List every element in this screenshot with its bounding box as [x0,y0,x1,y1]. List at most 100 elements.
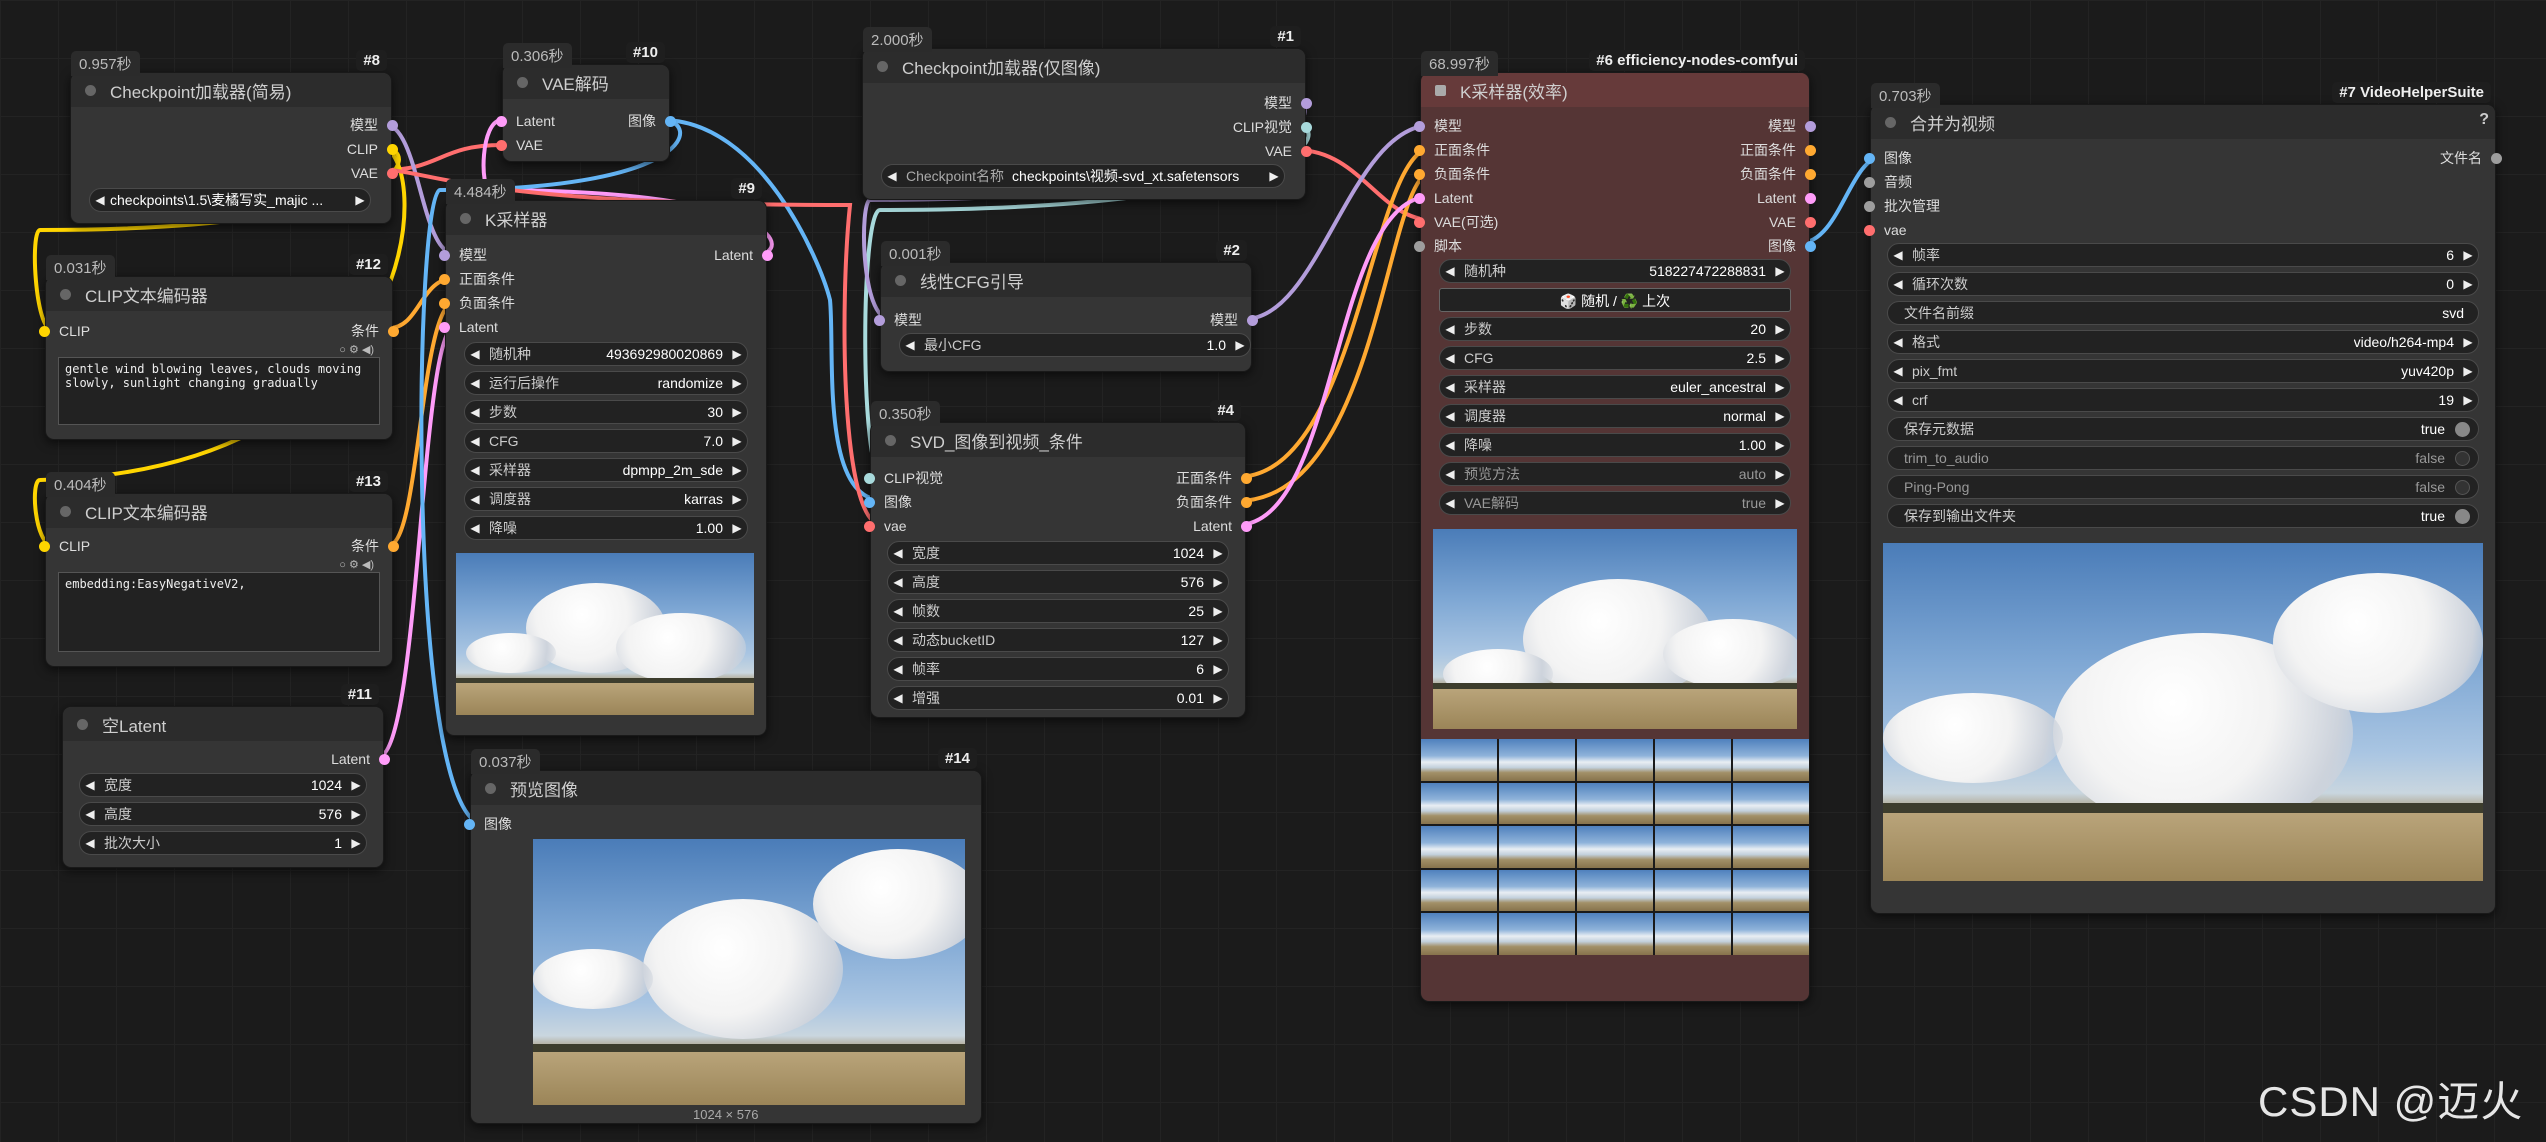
denoise-widget[interactable]: ◀ 降噪 1.00 ▶ [1439,433,1791,457]
cfg-widget[interactable]: ◀ CFG 7.0 ▶ [464,429,748,453]
collapse-dot-icon[interactable] [77,718,88,730]
node-ksampler-efficient[interactable]: 68.997秒 #6 efficiency-nodes-comfyui K采样器… [1414,50,1816,1002]
crf-widget[interactable]: ◀ crf 19 ▶ [1887,388,2479,412]
input-negative[interactable]: 负面条件 [1414,162,1490,186]
steps-widget[interactable]: ◀ 步数 20 ▶ [1439,317,1791,341]
input-positive[interactable]: 正面条件 [439,267,515,291]
augmentation-widget[interactable]: ◀ 增强 0.01 ▶ [887,686,1229,710]
control-after-generate-widget[interactable]: ◀ 运行后操作 randomize ▶ [464,371,748,395]
node-title[interactable]: CLIP文本编码器 [46,494,392,528]
input-script[interactable]: 脚本 [1414,234,1462,258]
node-empty-latent[interactable]: #11 空Latent Latent ◀ 宽度 1024 ▶ ◀ 高度 576 ▶ ◀ 批次大… [62,684,390,868]
input-model[interactable]: 模型 [874,308,922,332]
fps-widget[interactable]: ◀ 帧率 6 ▶ [887,657,1229,681]
node-title[interactable]: 合并为视频 [1871,105,2495,139]
output-latent[interactable]: Latent [331,747,390,771]
save-metadata-toggle[interactable]: 保存元数据 true [1887,417,2479,441]
input-clip[interactable]: CLIP [39,534,90,558]
node-vae-decode[interactable]: 0.306秒 #10 VAE解码 Latent VAE 图像 [496,42,676,162]
collapse-dot-icon[interactable] [895,274,906,286]
output-latent[interactable]: Latent [714,243,773,267]
video-frames-widget[interactable]: ◀ 帧数 25 ▶ [887,599,1229,623]
result-preview-image[interactable] [1433,529,1797,729]
text-toolbar-icons[interactable]: ○ ⚙ ◀) [339,558,374,571]
output-negative[interactable]: 负面条件 [1740,162,1816,186]
node-title[interactable]: VAE解码 [503,65,669,99]
width-widget[interactable]: ◀ 宽度 1024 ▶ [79,773,367,797]
batch-size-widget[interactable]: ◀ 批次大小 1 ▶ [79,831,367,855]
output-clip-vision[interactable]: CLIP视觉 [1233,115,1312,139]
collapse-dot-icon[interactable] [877,60,888,72]
input-batch-manager[interactable]: 批次管理 [1864,194,1940,218]
node-clip-text-encode-negative[interactable]: 0.404秒 #13 CLIP文本编码器 CLIP 条件 ○ ⚙ ◀) embe… [39,471,399,667]
collapse-dot-icon[interactable] [1885,116,1896,128]
prompt-textarea[interactable]: gentle wind blowing leaves, clouds movin… [58,357,380,425]
output-image[interactable]: 图像 [628,109,676,133]
input-optional-vae[interactable]: VAE(可选) [1414,210,1498,234]
input-audio[interactable]: 音频 [1864,170,1912,194]
seed-widget[interactable]: ◀ 随机种 493692980020869 ▶ [464,342,748,366]
input-clip[interactable]: CLIP [39,319,90,343]
input-clip-vision[interactable]: CLIP视觉 [864,466,943,490]
node-ksampler[interactable]: 4.484秒 #9 K采样器 模型 正面条件 负面条件 Latent Laten… [439,178,773,736]
trim-to-audio-toggle[interactable]: trim_to_audio false [1887,446,2479,470]
scheduler-widget[interactable]: ◀ 调度器 karras ▶ [464,487,748,511]
save-output-toggle[interactable]: 保存到输出文件夹 true [1887,504,2479,528]
input-latent[interactable]: Latent [439,315,498,339]
frame-rate-widget[interactable]: ◀ 帧率 6 ▶ [1887,243,2479,267]
filename-prefix-widget[interactable]: 文件名前缀 svd [1887,301,2479,325]
output-positive[interactable]: 正面条件 [1740,138,1816,162]
randomize-last-seed-button[interactable]: 🎲 随机 / ♻️ 上次 [1439,288,1791,312]
node-title[interactable]: 线性CFG引导 [881,263,1251,297]
input-latent[interactable]: Latent [496,109,555,133]
output-vae[interactable]: VAE [351,161,398,185]
seed-widget[interactable]: ◀ 随机种 518227472288831 ▶ [1439,259,1791,283]
min-cfg-widget[interactable]: ◀ 最小CFG 1.0 ▶ [899,333,1251,357]
node-title[interactable]: Checkpoint加载器(仅图像) [863,49,1305,83]
input-image[interactable]: 图像 [464,812,512,836]
sampler-widget[interactable]: ◀ 采样器 euler_ancestral ▶ [1439,375,1791,399]
width-widget[interactable]: ◀ 宽度 1024 ▶ [887,541,1229,565]
checkpoint-name-combo[interactable]: ◀ Checkpoint名称 checkpoints\视频-svd_xt.safet… [881,164,1285,188]
ping-pong-toggle[interactable]: Ping-Pong false [1887,475,2479,499]
input-negative[interactable]: 负面条件 [439,291,515,315]
output-negative[interactable]: 负面条件 [1176,490,1252,514]
node-preview-image[interactable]: 0.037秒 #14 预览图像 图像 1024 × 576 [464,748,982,1124]
vae-decode-widget[interactable]: ◀ VAE解码 true ▶ [1439,491,1791,515]
output-vae[interactable]: VAE [1265,139,1312,163]
output-conditioning[interactable]: 条件 [351,319,399,343]
steps-widget[interactable]: ◀ 步数 30 ▶ [464,400,748,424]
loop-count-widget[interactable]: ◀ 循环次数 0 ▶ [1887,272,2479,296]
video-preview[interactable] [1883,543,2483,881]
pix-fmt-widget[interactable]: ◀ pix_fmt yuv420p ▶ [1887,359,2479,383]
node-title[interactable]: 空Latent [63,707,383,741]
node-title[interactable]: CLIP文本编码器 [46,277,392,311]
help-icon[interactable]: ? [2479,111,2489,129]
prompt-textarea[interactable]: embedding:EasyNegativeV2, [58,572,380,652]
node-title[interactable]: 预览图像 [471,771,981,805]
input-vae[interactable]: VAE [496,133,543,157]
node-clip-text-encode-positive[interactable]: 0.031秒 #12 CLIP文本编码器 CLIP 条件 ○ ⚙ ◀) gent… [39,254,399,440]
collapse-dot-icon[interactable] [885,434,896,446]
preview-method-widget[interactable]: ◀ 预览方法 auto ▶ [1439,462,1791,486]
sampler-widget[interactable]: ◀ 采样器 dpmpp_2m_sde ▶ [464,458,748,482]
node-checkpoint-loader-simple[interactable]: 0.957秒 #8 Checkpoint加载器(简易) 模型 CLIP VAE … [70,50,398,224]
input-vae[interactable]: vae [864,514,907,538]
node-linear-cfg-guidance[interactable]: 0.001秒 #2 线性CFG引导 模型 模型 ◀ 最小CFG 1.0 ▶ [874,240,1258,372]
motion-bucket-widget[interactable]: ◀ 动态bucketID 127 ▶ [887,628,1229,652]
collapse-dot-icon[interactable] [60,288,71,300]
output-model[interactable]: 模型 [1768,114,1816,138]
checkpoint-combo[interactable]: ◀ checkpoints\1.5\麦橘写实_majic ... ▶ [89,188,371,212]
frame-thumbnail-grid[interactable] [1421,739,1809,955]
node-title[interactable]: Checkpoint加载器(简易) [71,73,391,107]
collapse-dot-icon[interactable] [485,782,496,794]
output-model[interactable]: 模型 [1210,308,1258,332]
input-positive[interactable]: 正面条件 [1414,138,1490,162]
collapse-dot-icon[interactable] [517,76,528,88]
cfg-widget[interactable]: ◀ CFG 2.5 ▶ [1439,346,1791,370]
output-conditioning[interactable]: 条件 [351,534,399,558]
preview-image[interactable] [533,839,965,1105]
node-checkpoint-loader-image-only[interactable]: 2.000秒 #1 Checkpoint加载器(仅图像) 模型 CLIP视觉 V… [862,26,1312,200]
output-model[interactable]: 模型 [350,113,398,137]
output-latent[interactable]: Latent [1193,514,1252,538]
